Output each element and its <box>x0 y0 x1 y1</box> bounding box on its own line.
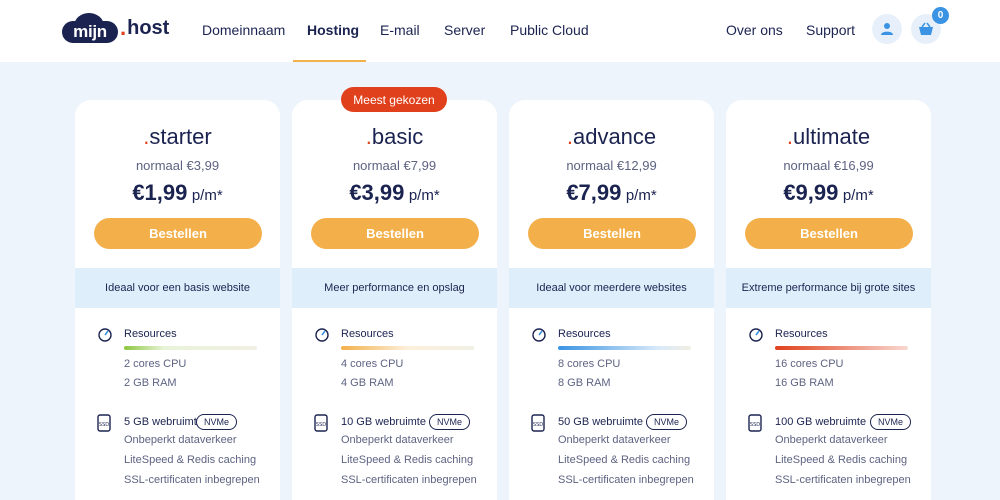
storage-spec: 50 GB webruimte <box>558 416 643 428</box>
feature-item: Onbeperkt dataverkeer <box>124 434 237 446</box>
plan-normal-price: normaal €3,99 <box>135 158 220 173</box>
plan-price: €7,99 p/m* <box>566 180 657 205</box>
speedometer-icon <box>532 328 546 342</box>
svg-text:SSD: SSD <box>99 422 109 428</box>
nvme-badge: NVMe <box>646 414 688 430</box>
plan-price: €9,99 p/m* <box>783 180 874 205</box>
nvme-badge: NVMe <box>196 414 238 430</box>
ram-spec: 16 GB RAM <box>775 377 834 389</box>
feature-item: SSL-certificaten inbegrepen <box>341 474 477 486</box>
feature-item: LiteSpeed & Redis caching <box>124 454 257 466</box>
ram-spec: 8 GB RAM <box>558 377 611 389</box>
ram-spec: 2 GB RAM <box>124 377 177 389</box>
plan-card-basic: .basic normaal €7,99 €3,99 p/m* Bestelle… <box>292 100 497 500</box>
feature-item: LiteSpeed & Redis caching <box>341 454 474 466</box>
resources-level-bar <box>124 346 257 350</box>
plan-tagline: Ideaal voor een basis website <box>75 268 280 308</box>
plan-price: €3,99 p/m* <box>349 180 440 205</box>
basket-icon <box>919 22 933 35</box>
feature-item: Onbeperkt dataverkeer <box>341 434 454 446</box>
resources-label: Resources <box>341 328 394 340</box>
top-header: mijn . host Domeinnaam Hosting E-mail Se… <box>0 0 1000 62</box>
plan-card-advance: .advance normaal €12,99 €7,99 p/m* Beste… <box>509 100 714 500</box>
order-button[interactable]: Bestellen <box>528 218 696 249</box>
plan-normal-price: normaal €16,99 <box>783 158 874 173</box>
svg-text:SSD: SSD <box>316 422 326 428</box>
resources-label: Resources <box>775 328 828 340</box>
nvme-badge: NVMe <box>870 414 912 430</box>
svg-text:SSD: SSD <box>533 422 543 428</box>
feature-item: LiteSpeed & Redis caching <box>558 454 691 466</box>
storage-spec: 100 GB webruimte <box>775 416 867 428</box>
storage-spec: 5 GB webruimte <box>124 416 203 428</box>
plan-tagline: Ideaal voor meerdere websites <box>509 268 714 308</box>
resources-label: Resources <box>558 328 611 340</box>
account-button[interactable] <box>872 14 902 44</box>
feature-item: LiteSpeed & Redis caching <box>775 454 908 466</box>
svg-text:SSD: SSD <box>750 422 760 428</box>
cart-count-badge: 0 <box>932 7 949 24</box>
plan-title: .advance <box>566 124 657 149</box>
nav-item-support[interactable]: Support <box>806 22 855 38</box>
order-button[interactable]: Bestellen <box>94 218 262 249</box>
most-chosen-badge: Meest gekozen <box>341 87 447 112</box>
ssd-icon: SSD <box>531 414 545 432</box>
nav-item-over-ons[interactable]: Over ons <box>726 22 783 38</box>
plan-tagline: Extreme performance bij grote sites <box>726 268 931 308</box>
nvme-badge: NVMe <box>429 414 471 430</box>
speedometer-icon <box>315 328 329 342</box>
plan-title: .basic <box>365 124 424 149</box>
speedometer-icon <box>749 328 763 342</box>
nav-item-public-cloud[interactable]: Public Cloud <box>510 22 589 38</box>
nav-active-indicator <box>293 60 366 62</box>
resources-label: Resources <box>124 328 177 340</box>
feature-item: SSL-certificaten inbegrepen <box>124 474 260 486</box>
plan-title: .starter <box>143 124 212 149</box>
plan-tagline: Meer performance en opslag <box>292 268 497 308</box>
ssd-icon: SSD <box>97 414 111 432</box>
speedometer-icon <box>98 328 112 342</box>
plan-card-ultimate: .ultimate normaal €16,99 €9,99 p/m* Best… <box>726 100 931 500</box>
nav-item-email[interactable]: E-mail <box>380 22 420 38</box>
ssd-icon: SSD <box>748 414 762 432</box>
order-button[interactable]: Bestellen <box>745 218 913 249</box>
plan-card-starter: .starter normaal €3,99 €1,99 p/m* Bestel… <box>75 100 280 500</box>
feature-item: SSL-certificaten inbegrepen <box>775 474 911 486</box>
feature-item: Onbeperkt dataverkeer <box>558 434 671 446</box>
storage-spec: 10 GB webruimte <box>341 416 426 428</box>
logo-suffix: host <box>127 16 170 39</box>
ssd-icon: SSD <box>314 414 328 432</box>
nav-item-domeinnaam[interactable]: Domeinnaam <box>202 22 285 38</box>
logo-dot: . <box>120 15 127 40</box>
plan-title: .ultimate <box>786 124 871 149</box>
plan-normal-price: normaal €7,99 <box>352 158 437 173</box>
cpu-spec: 4 cores CPU <box>341 358 404 370</box>
user-icon <box>881 23 893 35</box>
ram-spec: 4 GB RAM <box>341 377 394 389</box>
resources-level-bar <box>558 346 691 350</box>
cpu-spec: 16 cores CPU <box>775 358 844 370</box>
plan-price: €1,99 p/m* <box>132 180 223 205</box>
nav-item-hosting[interactable]: Hosting <box>307 22 359 38</box>
resources-level-bar <box>775 346 908 350</box>
resources-level-bar <box>341 346 474 350</box>
nav-item-server[interactable]: Server <box>444 22 485 38</box>
logo-mark-text: mijn <box>73 22 107 41</box>
logo-cloud-icon: mijn <box>62 13 118 43</box>
feature-item: Onbeperkt dataverkeer <box>775 434 888 446</box>
plan-normal-price: normaal €12,99 <box>566 158 657 173</box>
order-button[interactable]: Bestellen <box>311 218 479 249</box>
cpu-spec: 8 cores CPU <box>558 358 621 370</box>
cpu-spec: 2 cores CPU <box>124 358 187 370</box>
site-logo[interactable]: mijn . host <box>62 12 169 44</box>
feature-item: SSL-certificaten inbegrepen <box>558 474 694 486</box>
